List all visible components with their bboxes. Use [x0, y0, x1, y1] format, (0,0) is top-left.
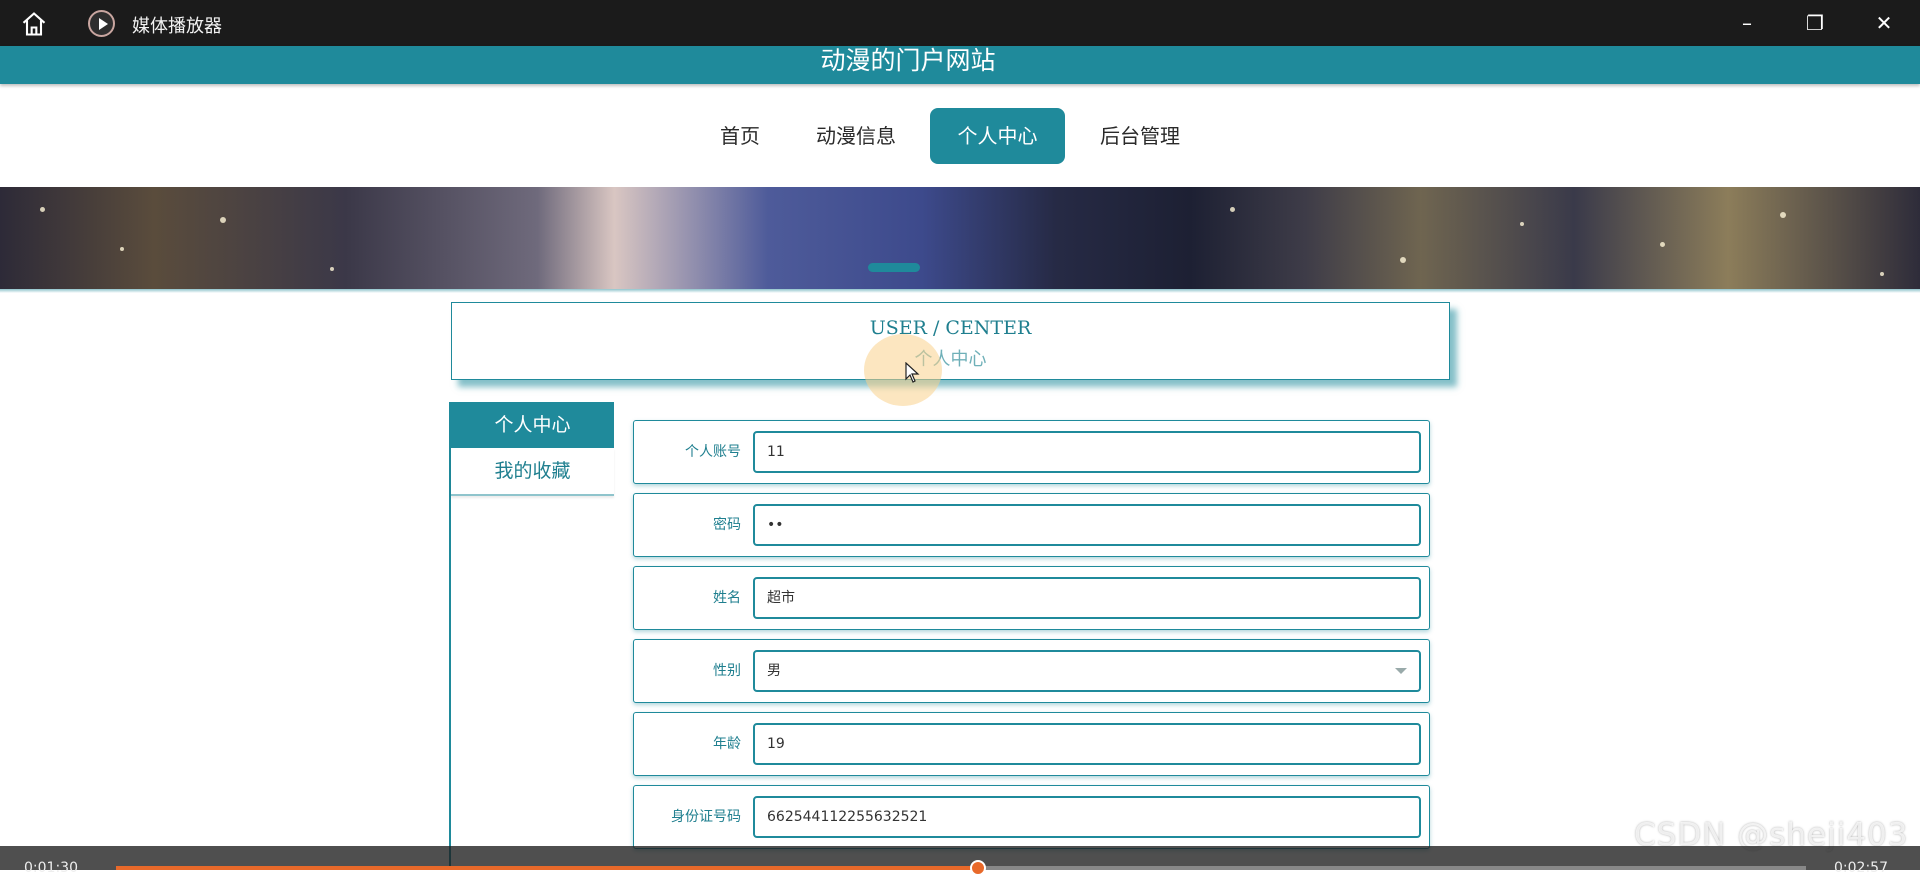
- id-number-input[interactable]: 662544112255632521: [753, 796, 1421, 838]
- sidebar-item-user-center[interactable]: 个人中心: [451, 402, 614, 448]
- field-label: 个人账号: [685, 444, 741, 460]
- window-title: 媒体播放器: [132, 16, 222, 37]
- user-sidebar: 个人中心 我的收藏: [449, 402, 615, 870]
- window-title-bar: 媒体播放器 – ❐ ✕: [0, 0, 1920, 46]
- heading-en: USER / CENTER: [869, 317, 1032, 339]
- nav-anime-info[interactable]: 动漫信息: [806, 108, 906, 164]
- home-icon[interactable]: [20, 10, 48, 38]
- field-label: 身份证号码: [671, 809, 741, 825]
- close-icon[interactable]: ✕: [1869, 8, 1899, 38]
- cursor-highlight: [864, 334, 942, 406]
- field-label: 年龄: [713, 736, 741, 752]
- form-row: 性别 男: [633, 639, 1430, 703]
- password-input[interactable]: ••: [753, 504, 1421, 546]
- form-row: 密码 ••: [633, 493, 1430, 557]
- media-player-bar: 0:01:30 0:02:57: [0, 846, 1920, 876]
- field-label: 性别: [713, 663, 741, 679]
- nav-home[interactable]: 首页: [704, 108, 776, 164]
- media-player-icon: [88, 10, 115, 37]
- seek-progress: [116, 866, 978, 870]
- heading-cn: 个人中心: [914, 349, 987, 370]
- minimize-icon[interactable]: –: [1732, 8, 1762, 38]
- account-input[interactable]: 11: [753, 431, 1421, 473]
- banner-image: [0, 187, 1920, 291]
- form-row: 身份证号码 662544112255632521: [633, 785, 1430, 849]
- seek-handle[interactable]: [969, 860, 986, 876]
- site-header: 动漫的门户网站: [0, 46, 1920, 84]
- carousel-indicator[interactable]: [868, 263, 920, 272]
- nav-user-center[interactable]: 个人中心: [930, 108, 1065, 164]
- nav-admin[interactable]: 后台管理: [1090, 108, 1190, 164]
- field-label: 姓名: [713, 590, 741, 606]
- gender-select-value: 男: [767, 663, 781, 679]
- main-nav: 首页 动漫信息 个人中心 后台管理: [0, 108, 1920, 164]
- gender-select[interactable]: 男: [753, 650, 1421, 692]
- name-input[interactable]: 超市: [753, 577, 1421, 619]
- sidebar-item-favorites[interactable]: 我的收藏: [451, 448, 614, 496]
- total-time: 0:02:57: [1834, 860, 1888, 876]
- form-row: 年龄 19: [633, 712, 1430, 776]
- age-input[interactable]: 19: [753, 723, 1421, 765]
- site-title: 动漫的门户网站: [820, 46, 996, 75]
- elapsed-time: 0:01:30: [24, 860, 78, 876]
- seek-bar[interactable]: [116, 860, 1806, 876]
- form-row: 姓名 超市: [633, 566, 1430, 630]
- form-row: 个人账号 11: [633, 420, 1430, 484]
- chevron-down-icon: [1395, 668, 1407, 674]
- user-center-heading: USER / CENTER 个人中心: [451, 302, 1450, 380]
- cursor-icon: [905, 362, 920, 383]
- field-label: 密码: [713, 517, 741, 533]
- restore-icon[interactable]: ❐: [1800, 8, 1830, 38]
